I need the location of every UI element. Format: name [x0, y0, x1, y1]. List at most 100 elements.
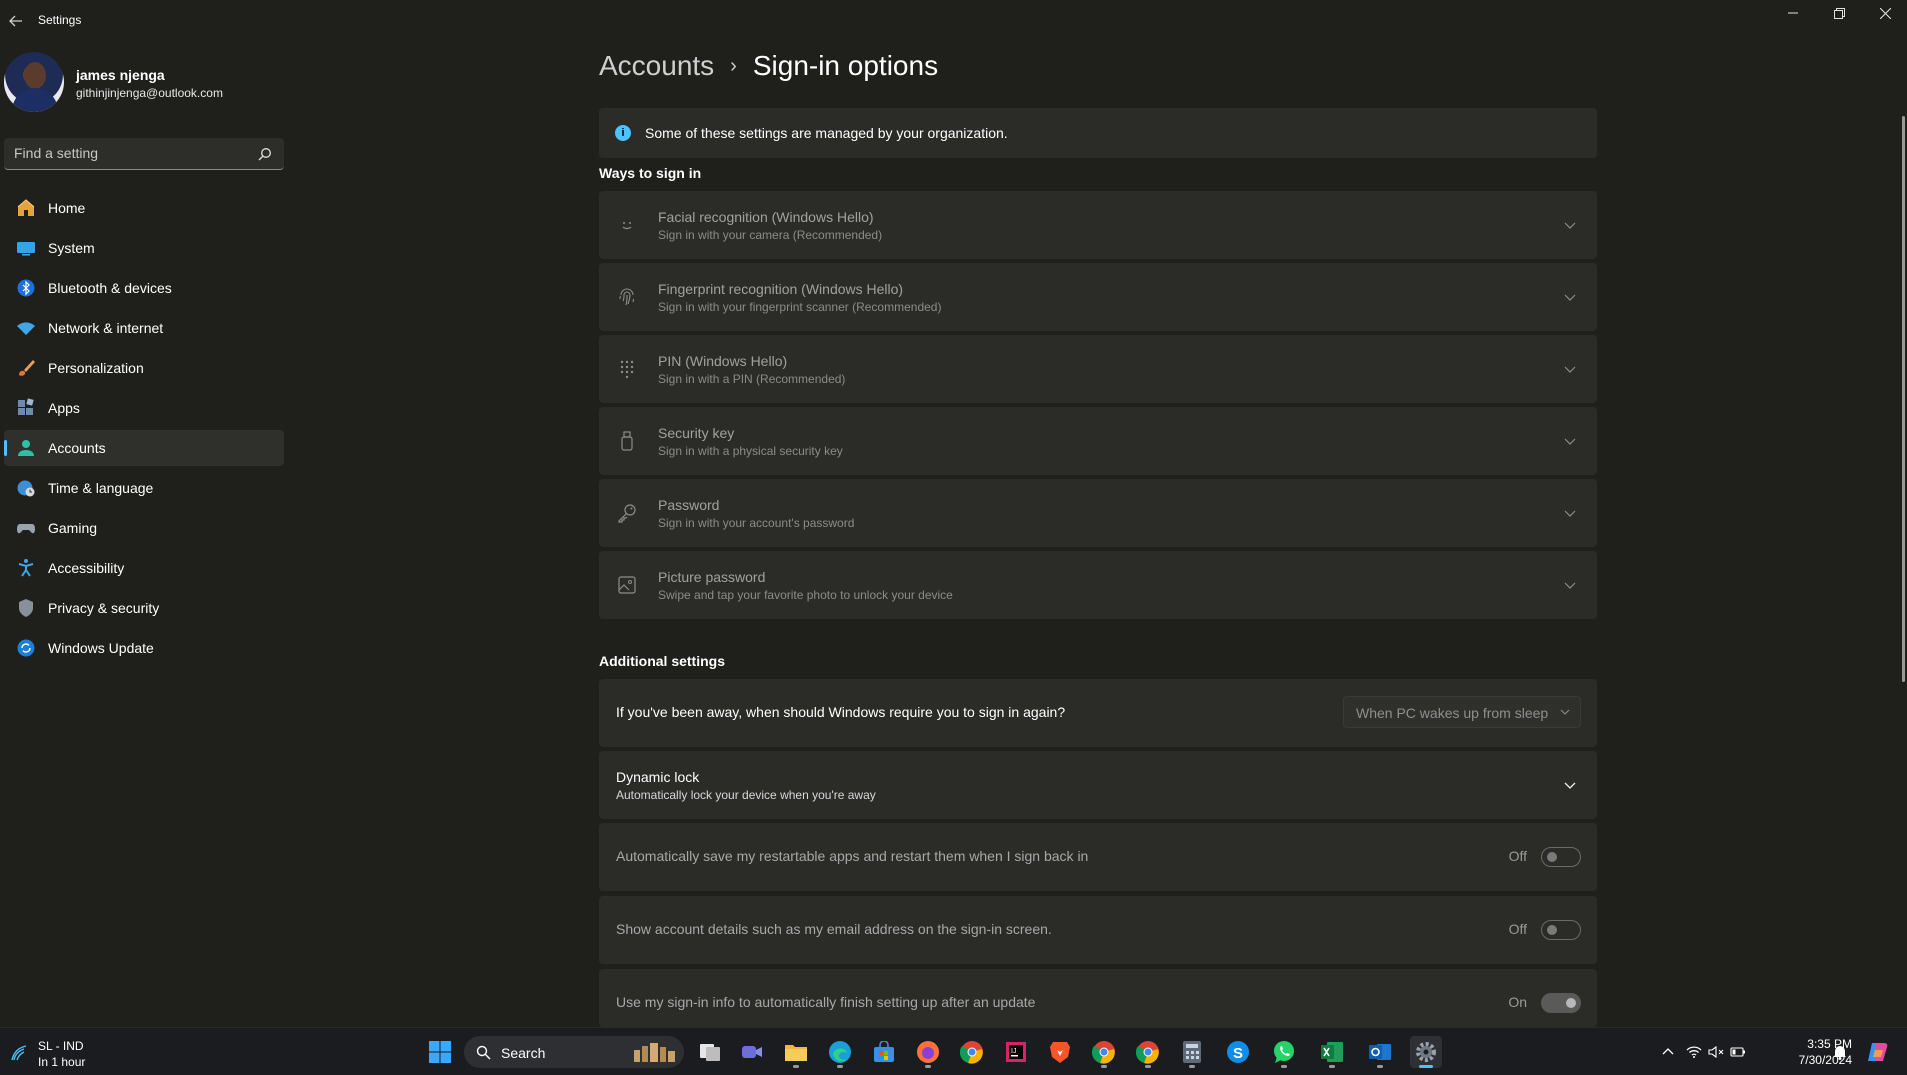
taskbar-chrome-2[interactable]	[1088, 1036, 1120, 1068]
teams-meet-icon	[742, 1046, 762, 1058]
sidebar-item-accessibility[interactable]: Accessibility	[4, 550, 284, 586]
brush-icon	[16, 358, 36, 378]
sidebar-item-windows-update[interactable]: Windows Update	[4, 630, 284, 666]
breadcrumb: Accounts › Sign-in options	[599, 50, 938, 82]
tray-overflow-button[interactable]	[1656, 1028, 1680, 1075]
dynamic-lock-setting[interactable]: Dynamic lock Automatically lock your dev…	[599, 751, 1597, 819]
sidebar-item-privacy[interactable]: Privacy & security	[4, 590, 284, 626]
card-subtitle: Sign in with a physical security key	[658, 444, 843, 458]
user-profile[interactable]: james njenga githinjinjenga@outlook.com	[4, 52, 284, 114]
signin-option-facial-recognition[interactable]: Facial recognition (Windows Hello) Sign …	[599, 191, 1597, 259]
sidebar-item-apps[interactable]: Apps	[4, 390, 284, 426]
taskbar-firefox[interactable]	[912, 1036, 944, 1068]
signin-option-picture-password[interactable]: Picture password Swipe and tap your favo…	[599, 551, 1597, 619]
show-account-details-toggle[interactable]	[1541, 920, 1581, 940]
restore-icon	[1833, 7, 1845, 19]
chevron-down-icon[interactable]	[1563, 578, 1577, 592]
chevron-down-icon[interactable]	[1563, 434, 1577, 448]
taskbar-task-view[interactable]	[694, 1036, 726, 1068]
taskbar-skype[interactable]: S	[1222, 1036, 1254, 1068]
outlook-icon	[1369, 1044, 1391, 1060]
taskbar-file-explorer[interactable]	[780, 1036, 812, 1068]
person-icon	[16, 438, 36, 458]
taskbar-settings[interactable]	[1410, 1036, 1442, 1068]
quick-settings-button[interactable]	[1684, 1028, 1748, 1075]
sidebar-item-label: Privacy & security	[48, 600, 160, 616]
signin-option-security-key[interactable]: Security key Sign in with a physical sec…	[599, 407, 1597, 475]
sidebar-item-label: Home	[48, 200, 86, 216]
taskbar-outlook[interactable]	[1364, 1036, 1396, 1068]
chevron-down-icon[interactable]	[1563, 778, 1577, 792]
chevron-down-icon[interactable]	[1563, 218, 1577, 232]
search-box[interactable]	[4, 138, 284, 170]
search-input[interactable]	[14, 145, 244, 161]
scrollbar[interactable]	[1902, 116, 1905, 682]
shield-icon	[16, 598, 36, 618]
back-button[interactable]	[4, 9, 28, 33]
weather-icon	[11, 1045, 27, 1061]
taskbar-chrome[interactable]	[956, 1036, 988, 1068]
taskbar-excel[interactable]	[1316, 1036, 1348, 1068]
start-button[interactable]	[424, 1036, 456, 1068]
toggle-state-label: Off	[1508, 848, 1527, 864]
card-subtitle: Sign in with your camera (Recommended)	[658, 228, 883, 242]
taskbar-calculator[interactable]	[1176, 1036, 1208, 1068]
pin-keypad-icon	[615, 357, 639, 381]
bluetooth-icon	[16, 278, 36, 298]
signin-option-fingerprint[interactable]: Fingerprint recognition (Windows Hello) …	[599, 263, 1597, 331]
fingerprint-icon	[615, 285, 639, 309]
running-indicator	[1281, 1065, 1287, 1068]
sidebar-item-bluetooth[interactable]: Bluetooth & devices	[4, 270, 284, 306]
gear-icon	[1416, 1042, 1436, 1062]
sidebar-item-label: Network & internet	[48, 320, 164, 336]
require-signin-dropdown[interactable]: When PC wakes up from sleep	[1343, 696, 1581, 728]
sidebar-item-system[interactable]: System	[4, 230, 284, 266]
sidebar-item-label: Gaming	[48, 520, 98, 536]
taskbar-brave[interactable]	[1044, 1036, 1076, 1068]
sidebar-item-personalization[interactable]: Personalization	[4, 350, 284, 386]
face-icon	[615, 213, 639, 237]
close-button[interactable]	[1862, 0, 1907, 26]
restart-apps-toggle[interactable]	[1541, 847, 1581, 867]
weather-widget[interactable]: SL - IND In 1 hour	[8, 1036, 128, 1069]
chevron-down-icon[interactable]	[1563, 362, 1577, 376]
taskbar-store[interactable]	[868, 1036, 900, 1068]
chevron-down-icon[interactable]	[1563, 290, 1577, 304]
sidebar-item-accounts[interactable]: Accounts	[4, 430, 284, 466]
chevron-down-icon[interactable]	[1563, 506, 1577, 520]
notifications-button[interactable]	[1828, 1028, 1852, 1075]
toggle-state-label: On	[1508, 994, 1527, 1010]
sidebar-item-time-language[interactable]: Time & language	[4, 470, 284, 506]
signin-option-password[interactable]: Password Sign in with your account's pas…	[599, 479, 1597, 547]
breadcrumb-parent[interactable]: Accounts	[599, 50, 714, 82]
restart-apps-setting: Automatically save my restartable apps a…	[599, 823, 1597, 891]
taskbar-search[interactable]: Search	[464, 1036, 684, 1068]
taskbar-whatsapp[interactable]	[1268, 1036, 1300, 1068]
use-signin-info-toggle[interactable]	[1541, 993, 1581, 1013]
sidebar-item-network[interactable]: Network & internet	[4, 310, 284, 346]
dropdown-value: When PC wakes up from sleep	[1356, 705, 1549, 721]
taskbar-teams[interactable]	[736, 1036, 768, 1068]
taskbar-chrome-3[interactable]	[1132, 1036, 1164, 1068]
restore-button[interactable]	[1816, 0, 1862, 26]
setting-label: Use my sign-in info to automatically fin…	[616, 994, 1036, 1010]
wifi-icon	[16, 318, 36, 338]
sidebar-item-label: Apps	[48, 400, 80, 416]
card-subtitle: Sign in with your account's password	[658, 516, 855, 530]
signin-option-pin[interactable]: PIN (Windows Hello) Sign in with a PIN (…	[599, 335, 1597, 403]
sidebar-item-gaming[interactable]: Gaming	[4, 510, 284, 546]
taskbar-edge[interactable]	[824, 1036, 856, 1068]
minimize-button[interactable]	[1770, 0, 1816, 26]
card-subtitle: Sign in with a PIN (Recommended)	[658, 372, 846, 386]
search-icon[interactable]	[258, 147, 272, 161]
sidebar-nav: Home System Bluetooth & devices Network …	[4, 190, 284, 670]
copilot-button[interactable]	[1862, 1028, 1894, 1075]
title-bar: Settings	[0, 0, 1907, 40]
task-view-icon	[700, 1044, 720, 1061]
sidebar-item-label: Personalization	[48, 360, 144, 376]
sidebar-item-home[interactable]: Home	[4, 190, 284, 226]
taskbar-intellij[interactable]: IJ	[1000, 1036, 1032, 1068]
close-icon	[1879, 7, 1891, 19]
running-indicator	[1189, 1065, 1195, 1068]
active-indicator	[1419, 1065, 1433, 1068]
